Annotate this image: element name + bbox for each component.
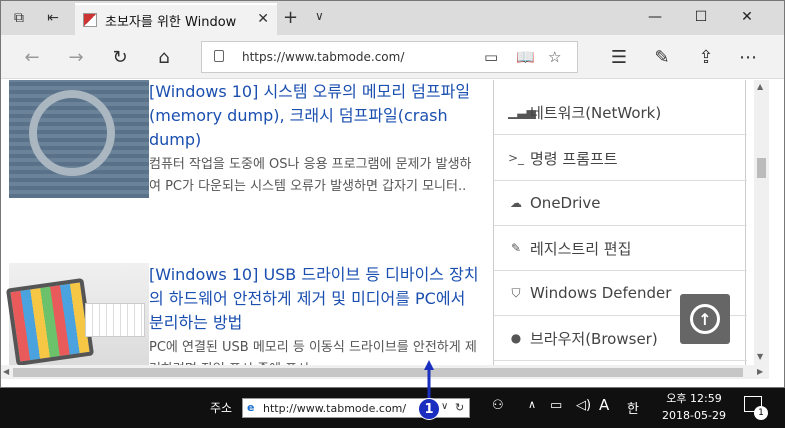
favorite-star-icon[interactable]: ☆	[548, 48, 561, 66]
pen-icon[interactable]: ✎	[651, 46, 673, 68]
home-icon[interactable]: ⌂	[153, 46, 175, 68]
ie-page-icon: e	[247, 401, 255, 414]
address-bar[interactable]: https://www.tabmode.com/ ▭ 📖 ☆	[201, 41, 578, 73]
keyboard-image	[85, 303, 145, 337]
volume-icon[interactable]: ◁)	[576, 398, 591, 413]
scroll-to-top-button[interactable]: ↑	[680, 294, 730, 344]
more-icon[interactable]: ⋯	[737, 46, 759, 68]
article-excerpt: 컴퓨터 작업을 도중에 OS나 응용 프로그램에 문제가 발생하여 PC가 다운…	[149, 157, 472, 194]
sidebar-item-registry[interactable]: ✎ 레지스트리 편집	[494, 226, 747, 271]
close-window-icon[interactable]: ✕	[737, 9, 757, 25]
annotation-badge: 1	[418, 398, 440, 420]
terminal-icon: >_	[508, 151, 525, 165]
add-notes-icon[interactable]: ▭	[484, 48, 498, 66]
forward-icon[interactable]: →	[65, 46, 87, 68]
maximize-icon[interactable]: ☐	[691, 9, 711, 25]
page-content: [Windows 10] 시스템 오류의 메모리 덤프파일(memory dum…	[1, 80, 769, 365]
ime-mode-indicator[interactable]: 한	[627, 398, 639, 417]
scroll-up-icon[interactable]: ▲	[757, 82, 763, 91]
vertical-scrollbar[interactable]: ▲ ▼	[754, 80, 769, 365]
sidebar-item-command-prompt[interactable]: >_ 명령 프롬프트	[494, 136, 747, 181]
cloud-icon: ☁	[510, 196, 522, 210]
article-title-link[interactable]: [Windows 10] 시스템 오류의 메모리 덤프파일(memory dum…	[149, 80, 479, 152]
sidebar-item-label: Windows Defender	[530, 284, 672, 302]
article-thumbnail[interactable]	[9, 80, 149, 198]
sidebar-item-label: 네트워크(NetWork)	[530, 103, 662, 122]
reading-view-icon[interactable]: 📖	[516, 48, 535, 66]
site-favicon-icon	[83, 13, 97, 27]
signal-icon: ▁▃▅	[508, 105, 536, 119]
sidebar-item-onedrive[interactable]: ☁ OneDrive	[494, 181, 747, 226]
people-icon[interactable]: ⚇	[492, 398, 504, 413]
show-hidden-icons-icon[interactable]: ∧	[528, 398, 536, 411]
globe-icon: ●	[510, 331, 522, 345]
article-title-link[interactable]: [Windows 10] USB 드라이브 등 디바이스 장치의 하드웨어 안전…	[149, 263, 479, 335]
set-tabs-aside-icon[interactable]: ⇤	[43, 8, 63, 28]
tab-preview-icon[interactable]: ⧉	[9, 8, 29, 28]
tab-title: 초보자를 위한 Window	[105, 14, 237, 30]
scroll-left-icon[interactable]: ◀	[3, 367, 9, 376]
horizontal-scroll-thumb[interactable]	[13, 368, 743, 377]
taskbar-clock[interactable]: 오후 12:59 2018-05-29	[658, 390, 730, 424]
minimize-icon[interactable]: —	[645, 9, 665, 25]
vertical-scroll-thumb[interactable]	[757, 158, 766, 178]
arrow-up-icon: ↑	[690, 304, 720, 334]
taskbar-address-text[interactable]: http://www.tabmode.com/	[263, 402, 406, 415]
sidebar-item-label: 레지스트리 편집	[530, 239, 632, 258]
refresh-icon[interactable]: ↻	[109, 46, 131, 68]
sidebar-item-network[interactable]: ▁▃▅ 네트워크(NetWork)	[494, 90, 747, 135]
annotation-arrow-icon	[424, 360, 434, 400]
close-tab-icon[interactable]: ✕	[257, 11, 269, 27]
chevron-down-icon[interactable]: ∨	[441, 401, 448, 412]
new-tab-icon[interactable]: +	[283, 7, 298, 28]
share-icon[interactable]: ⇪	[695, 46, 717, 68]
ime-language-indicator[interactable]: A	[599, 396, 609, 414]
network-icon[interactable]: ▭	[550, 398, 562, 413]
horizontal-scrollbar[interactable]: ◀ ▶	[1, 365, 769, 379]
back-icon[interactable]: ←	[21, 46, 43, 68]
clock-date: 2018-05-29	[662, 409, 726, 422]
shield-icon: ⛉	[511, 285, 521, 300]
notification-count: 1	[754, 406, 768, 420]
sidebar-item-label: OneDrive	[530, 194, 601, 212]
refresh-icon[interactable]: ↻	[455, 401, 464, 414]
tablet-image	[5, 277, 95, 365]
article-thumbnail[interactable]	[5, 263, 149, 365]
favorites-hub-icon[interactable]: ☰	[608, 46, 630, 68]
sidebar-item-label: 명령 프롬프트	[530, 149, 618, 168]
lock-icon	[214, 50, 224, 62]
scroll-right-icon[interactable]: ▶	[757, 367, 763, 376]
chevron-down-icon[interactable]: ∨	[315, 9, 324, 23]
edit-icon: ✎	[510, 241, 522, 255]
scroll-down-icon[interactable]: ▼	[757, 352, 763, 361]
taskbar: 주소 e http://www.tabmode.com/ ∨ ↻ ⚇ ∧ ▭ ◁…	[0, 388, 785, 428]
tab-bar: ⧉ ⇤ 초보자를 위한 Window ✕ + ∨ — ☐ ✕	[1, 1, 784, 35]
navigation-bar: ← → ↻ ⌂ https://www.tabmode.com/ ▭ 📖 ☆ ☰…	[1, 35, 784, 79]
tab-active[interactable]: 초보자를 위한 Window ✕	[75, 3, 277, 35]
browser-window: ⧉ ⇤ 초보자를 위한 Window ✕ + ∨ — ☐ ✕ ← → ↻ ⌂ h…	[0, 0, 785, 388]
url-text[interactable]: https://www.tabmode.com/	[242, 50, 404, 64]
address-toolbar-label: 주소	[210, 401, 233, 415]
sidebar-item-label: 브라우저(Browser)	[530, 329, 658, 348]
clock-time: 오후 12:59	[666, 392, 722, 405]
